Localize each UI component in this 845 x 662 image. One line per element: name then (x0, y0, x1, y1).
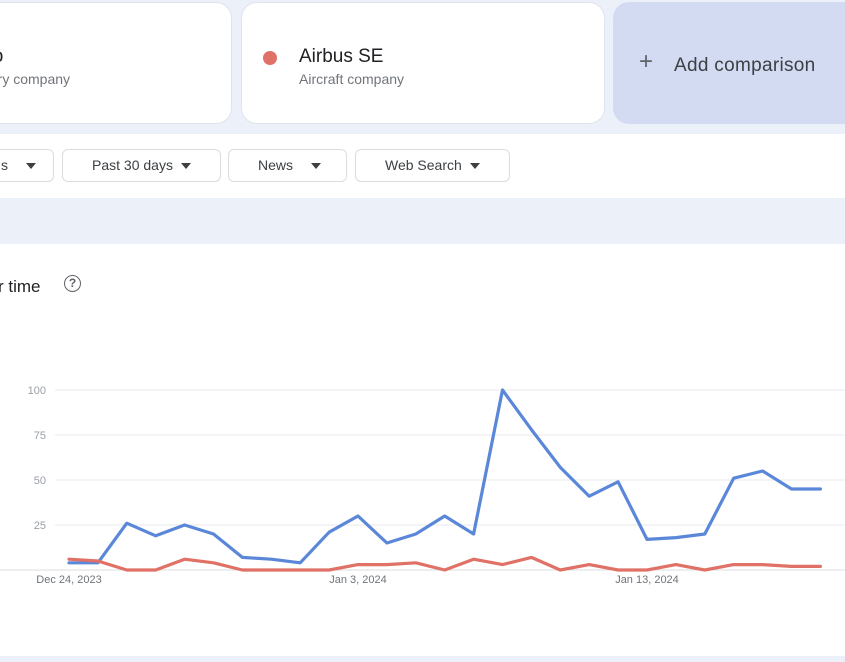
y-tick-label: 100 (28, 385, 46, 397)
term-type: ustry company (0, 71, 71, 87)
caret-down-icon (470, 163, 480, 169)
filter-label: News (258, 157, 294, 173)
series-line-1[interactable] (67, 388, 823, 565)
term-card-1[interactable]: Co ustry company (0, 2, 232, 124)
filter-label: s (1, 157, 8, 173)
term-name: Airbus SE (299, 46, 384, 67)
term-card-2[interactable]: Airbus SE Aircraft company (241, 2, 605, 124)
term-type: Aircraft company (299, 71, 405, 87)
x-tick-label: Jan 13, 2024 (615, 574, 679, 586)
add-comparison-label: Add comparison (674, 55, 816, 76)
y-tick-label: 50 (34, 475, 46, 487)
caret-down-icon (26, 163, 36, 169)
filter-category[interactable]: News (228, 149, 347, 182)
plus-icon: + (639, 48, 654, 75)
line-chart: 25 50 75 100 Dec 24, 2023 Jan 3, 2024 Jan 13, … (0, 385, 845, 586)
series-color-dot (263, 51, 277, 65)
x-tick-label: Jan 3, 2024 (329, 574, 387, 586)
filter-time-range[interactable]: Past 30 days (62, 149, 221, 182)
filter-search-type[interactable]: Web Search (355, 149, 510, 182)
filter-label: Web Search (385, 157, 462, 173)
y-tick-label: 25 (34, 520, 46, 532)
x-tick-label: Dec 24, 2023 (36, 574, 101, 586)
caret-down-icon (181, 163, 191, 169)
section-divider (0, 198, 845, 244)
add-comparison-button[interactable]: + Add comparison (613, 2, 845, 124)
y-tick-label: 75 (34, 430, 46, 442)
interest-over-time-panel: r time ? 25 50 75 100 Dec 24, 2023 Jan 3, 202… (0, 244, 845, 656)
caret-down-icon (311, 163, 321, 169)
filter-bar: s Past 30 days News Web Search (0, 134, 845, 198)
series-line-2[interactable] (67, 555, 823, 572)
term-name: Co (0, 46, 3, 68)
filter-label: Past 30 days (92, 157, 173, 173)
filter-region[interactable]: s (0, 149, 54, 182)
